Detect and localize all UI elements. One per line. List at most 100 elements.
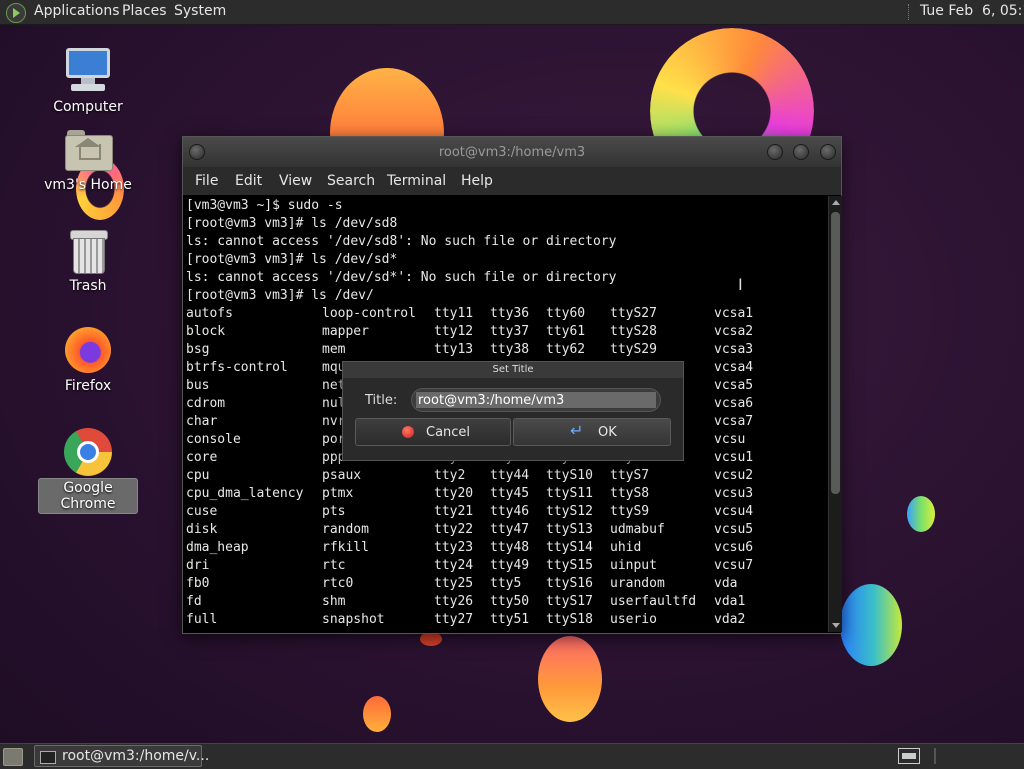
listing-entry: tty47 [490,522,530,537]
menu-view[interactable]: View [279,173,312,189]
taskbar-button-terminal[interactable]: root@vm3:/home/v... [34,745,209,767]
listing-entry: rtc [322,558,346,573]
listing-entry: urandom [610,576,665,591]
listing-entry: tty21 [434,504,474,519]
listing-entry: rfkill [322,540,369,555]
desktop-icon-label: Google Chrome [38,478,138,514]
menu-system[interactable]: System [174,3,226,19]
terminal-scrollbar[interactable] [828,196,842,632]
menu-terminal[interactable]: Terminal [387,173,446,189]
listing-entry: ttyS16 [546,576,593,591]
terminal-line: [root@vm3 vm3]# ls /dev/sd8 [186,216,398,231]
menu-file[interactable]: File [195,173,218,189]
panel-separator [908,4,911,20]
window-titlebar[interactable]: root@vm3:/home/vm3 [183,137,841,168]
menu-edit[interactable]: Edit [235,173,262,189]
scroll-up-icon[interactable] [832,200,840,205]
listing-entry: fd [186,594,202,609]
title-field[interactable] [411,388,661,412]
listing-entry: tty49 [490,558,530,573]
menu-places[interactable]: Places [122,3,167,19]
listing-entry: ptmx [322,486,354,501]
listing-entry: ttyS10 [546,468,593,483]
listing-entry: full [186,612,218,627]
listing-entry: ttyS27 [610,306,657,321]
menu-help[interactable]: Help [461,173,493,189]
listing-entry: tty12 [434,324,474,339]
listing-entry: ttyS13 [546,522,593,537]
clock[interactable]: Tue Feb 6, 05:13 [920,3,1024,19]
home-folder-icon [65,130,113,171]
listing-entry: tty37 [490,324,530,339]
bottom-panel: root@vm3:/home/v... [0,743,1024,769]
desktop-icon-chrome[interactable]: Google Chrome [38,428,138,514]
listing-entry: cuse [186,504,218,519]
ok-button[interactable]: ↵ OK [513,418,671,446]
terminal-line: [vm3@vm3 ~]$ sudo -s [186,198,343,213]
desktop-icon-label: vm3's Home [44,177,132,193]
listing-entry: cdrom [186,396,226,411]
listing-entry: vcsa7 [714,414,754,429]
desktop-icon-trash[interactable]: Trash [38,230,138,295]
listing-entry: userio [610,612,657,627]
listing-entry: psaux [322,468,362,483]
menu-applications[interactable]: Applications [34,3,120,19]
set-title-dialog[interactable]: Set Title Title: Cancel ↵ OK [342,361,684,461]
window-title: root@vm3:/home/vm3 [438,145,586,160]
listing-entry: tty24 [434,558,474,573]
decorative-red-blob [420,632,442,646]
listing-entry: tty48 [490,540,530,555]
listing-entry: tty13 [434,342,474,357]
listing-entry: vcsa2 [714,324,754,339]
listing-entry: btrfs-control [186,360,288,375]
listing-entry: vda2 [714,612,746,627]
top-panel: Applications Places System Tue Feb 6, 05… [0,0,1024,25]
cancel-icon [402,426,414,438]
listing-entry: disk [186,522,218,537]
desktop-icon-computer[interactable]: Computer [38,46,138,116]
title-input[interactable] [416,392,656,408]
trash-icon [70,230,108,274]
panel-separator [934,748,936,764]
listing-entry: ttyS12 [546,504,593,519]
listing-entry: tty27 [434,612,474,627]
listing-entry: ttyS28 [610,324,657,339]
desktop-icon-label: Firefox [64,378,112,394]
listing-entry: tty44 [490,468,530,483]
listing-entry: ttyS8 [610,486,650,501]
listing-entry: tty51 [490,612,530,627]
listing-entry: vcsu5 [714,522,754,537]
dialog-title: Set Title [343,362,683,378]
desktop-icon-home[interactable]: vm3's Home [38,130,138,194]
listing-entry: bsg [186,342,210,357]
cancel-button[interactable]: Cancel [355,418,511,446]
close-icon[interactable] [820,144,836,160]
listing-entry: tty20 [434,486,474,501]
menu-search[interactable]: Search [327,173,375,189]
terminal-line: [root@vm3 vm3]# ls /dev/ [186,288,374,303]
desktop-icon-label: Trash [69,278,107,294]
listing-entry: fb0 [186,576,210,591]
workspace-switcher-icon[interactable] [898,748,920,764]
listing-entry: ttyS15 [546,558,593,573]
distro-logo-icon[interactable] [6,3,26,23]
decorative-blue-blob [840,584,902,666]
listing-entry: ttyS18 [546,612,593,627]
desktop-icon-firefox[interactable]: Firefox [38,327,138,395]
maximize-icon[interactable] [793,144,809,160]
scroll-down-icon[interactable] [832,623,840,628]
show-desktop-icon[interactable] [3,748,23,766]
listing-entry: vcsa4 [714,360,754,375]
minimize-icon[interactable] [767,144,783,160]
listing-entry: tty61 [546,324,586,339]
listing-entry: vcsa1 [714,306,754,321]
taskbar-button-label: root@vm3:/home/v... [62,748,210,764]
ok-button-label: OK [598,425,617,440]
listing-entry: vcsa3 [714,342,754,357]
listing-entry: ttyS14 [546,540,593,555]
chrome-icon [64,428,112,476]
scrollbar-thumb[interactable] [831,212,840,494]
terminal-line: ls: cannot access '/dev/sd*': No such fi… [186,270,617,285]
listing-entry: loop-control [322,306,416,321]
listing-entry: vcsu6 [714,540,754,555]
